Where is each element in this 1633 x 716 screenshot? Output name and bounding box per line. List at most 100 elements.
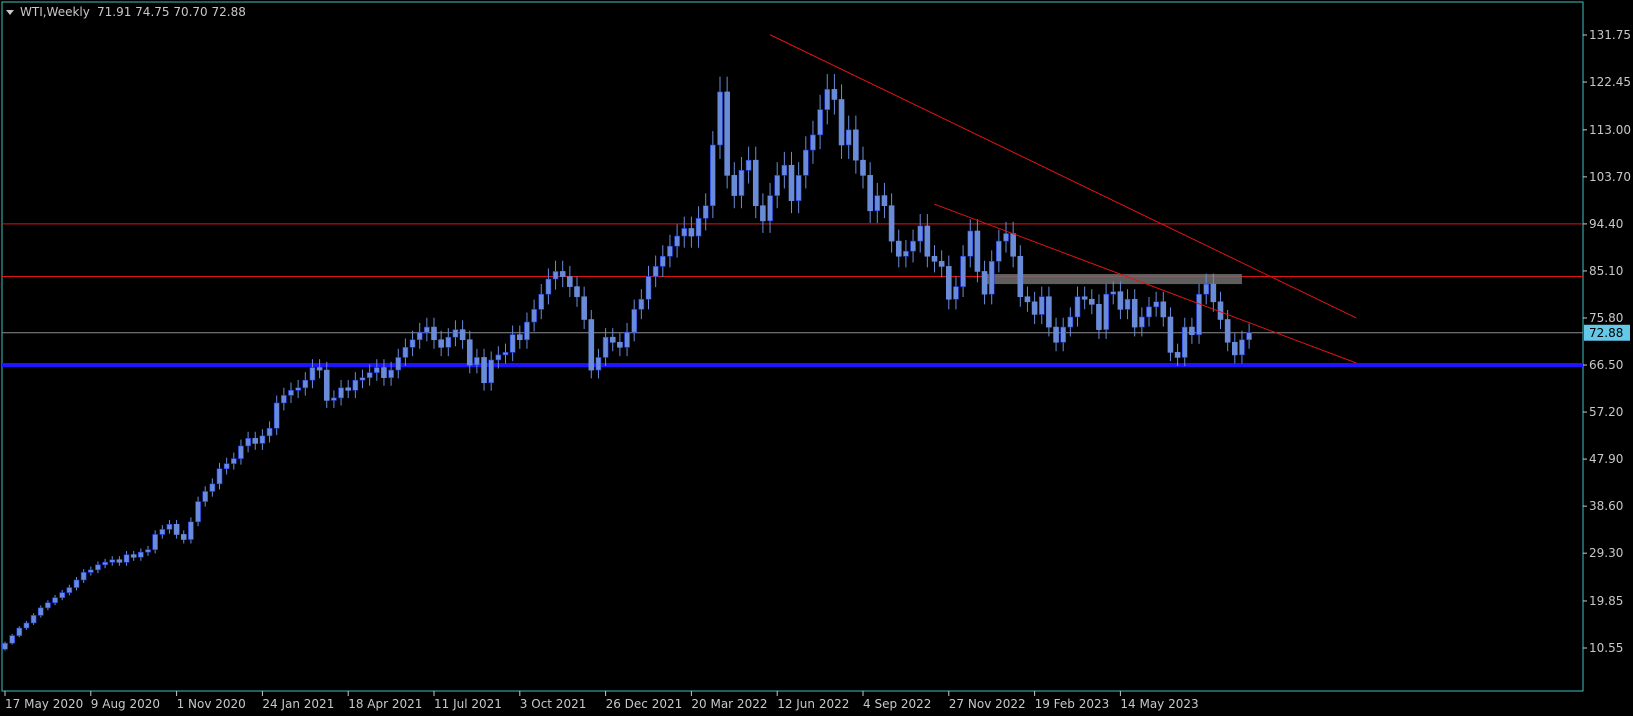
candle-body xyxy=(1153,301,1159,308)
candle-body xyxy=(1010,233,1016,257)
x-tick-label: 27 Nov 2022 xyxy=(949,697,1026,711)
candle-body xyxy=(481,357,487,384)
candle-body xyxy=(180,534,187,540)
candle-body xyxy=(502,352,509,356)
candle-body xyxy=(910,240,916,252)
candle-body xyxy=(338,387,344,399)
candle-body xyxy=(466,339,473,366)
candle-body xyxy=(988,261,995,295)
y-tick-label: 19.85 xyxy=(1589,594,1623,608)
candle-body xyxy=(1224,319,1231,343)
candle-body xyxy=(1089,298,1095,305)
candle-body xyxy=(516,334,523,341)
candle-body xyxy=(802,149,809,176)
candle-body xyxy=(1196,293,1202,335)
candle-body xyxy=(116,559,123,563)
candle-body xyxy=(23,622,30,629)
candle-body xyxy=(316,367,323,371)
candle-body xyxy=(1160,301,1167,318)
candle-body xyxy=(581,296,587,320)
candle-body xyxy=(538,293,545,310)
candle-body xyxy=(259,435,266,444)
candle-body xyxy=(788,164,795,201)
candle-body xyxy=(166,524,173,530)
candle-body xyxy=(1081,296,1088,300)
time-axis: 17 May 2020 9 Aug 2020 1 Nov 2020 24 Jan 20… xyxy=(4,691,1199,711)
candle-body xyxy=(831,89,838,100)
candle-body xyxy=(1139,316,1145,328)
y-tick-label: 122.45 xyxy=(1589,75,1631,89)
candle-body xyxy=(745,159,752,171)
candle-body xyxy=(588,319,595,371)
candle-body xyxy=(452,329,459,338)
candle-body xyxy=(888,205,895,242)
candle-body xyxy=(996,240,1002,262)
candle-body xyxy=(781,164,788,176)
candle-body xyxy=(188,521,194,540)
candle-body xyxy=(674,235,680,247)
candle-body xyxy=(695,218,702,237)
y-tick-label: 113.00 xyxy=(1589,123,1631,137)
candle-body xyxy=(1217,301,1224,320)
candle-body xyxy=(817,109,823,136)
candle-body xyxy=(223,463,230,470)
candle-body xyxy=(667,245,673,257)
candle-body xyxy=(945,266,952,300)
y-tick-label: 10.55 xyxy=(1589,641,1623,655)
candle-body xyxy=(1110,291,1117,295)
candle-body xyxy=(1189,326,1195,335)
price-chart[interactable]: 131.75 122.45 113.00 103.70 94.40 85.10 75.80 6… xyxy=(0,0,1633,716)
candle-body xyxy=(953,286,959,300)
candle-body xyxy=(688,228,695,237)
candle-body xyxy=(1038,296,1045,315)
candle-body xyxy=(80,572,87,581)
x-tick-label: 20 Mar 2022 xyxy=(691,697,767,711)
x-tick-label: 26 Dec 2021 xyxy=(606,697,683,711)
y-tick-label: 57.20 xyxy=(1589,405,1623,419)
candle-body xyxy=(130,554,137,558)
candle-body xyxy=(302,379,309,389)
y-tick-label: 38.60 xyxy=(1589,499,1623,513)
candle-body xyxy=(1167,316,1174,353)
candle-body xyxy=(731,175,738,196)
candle-body xyxy=(609,336,616,343)
candle-body xyxy=(853,129,859,161)
candle-body xyxy=(474,357,480,366)
candle-body xyxy=(373,367,380,373)
price-axis: 131.75 122.45 113.00 103.70 94.40 85.10 75.80 6… xyxy=(1583,28,1631,655)
candle-body xyxy=(16,627,23,636)
candle-body xyxy=(724,91,730,176)
candle-body xyxy=(195,501,201,523)
candle-body xyxy=(345,387,352,391)
candle-body xyxy=(59,592,66,598)
candle-body xyxy=(1096,304,1102,330)
candle-body xyxy=(617,341,623,348)
last-price-value: 72.88 xyxy=(1589,326,1623,340)
candle-body xyxy=(752,159,759,206)
candle-body xyxy=(495,354,502,361)
candle-body xyxy=(388,369,394,378)
candle-body xyxy=(1017,255,1024,298)
candle-body xyxy=(1103,293,1109,330)
candle-body xyxy=(931,255,938,262)
candle-body xyxy=(960,255,966,287)
candle-body xyxy=(323,369,330,401)
candle-body xyxy=(881,195,888,206)
candle-body xyxy=(1060,326,1066,343)
y-tick-label: 94.40 xyxy=(1589,217,1623,231)
candle-body xyxy=(681,228,688,237)
last-price-tag: 72.88 xyxy=(1584,324,1630,341)
candle-body xyxy=(459,329,466,341)
candle-body xyxy=(231,458,237,464)
candle-body xyxy=(359,377,366,381)
candle-body xyxy=(567,276,573,287)
candle-body xyxy=(1232,341,1238,356)
candle-body xyxy=(645,276,652,300)
candle-body xyxy=(1174,352,1181,358)
y-tick-label: 66.50 xyxy=(1589,358,1623,372)
candle-body xyxy=(366,372,373,378)
candle-body xyxy=(531,309,537,323)
candle-body xyxy=(774,175,781,196)
candle-body xyxy=(524,321,530,341)
candle-body xyxy=(903,250,909,257)
